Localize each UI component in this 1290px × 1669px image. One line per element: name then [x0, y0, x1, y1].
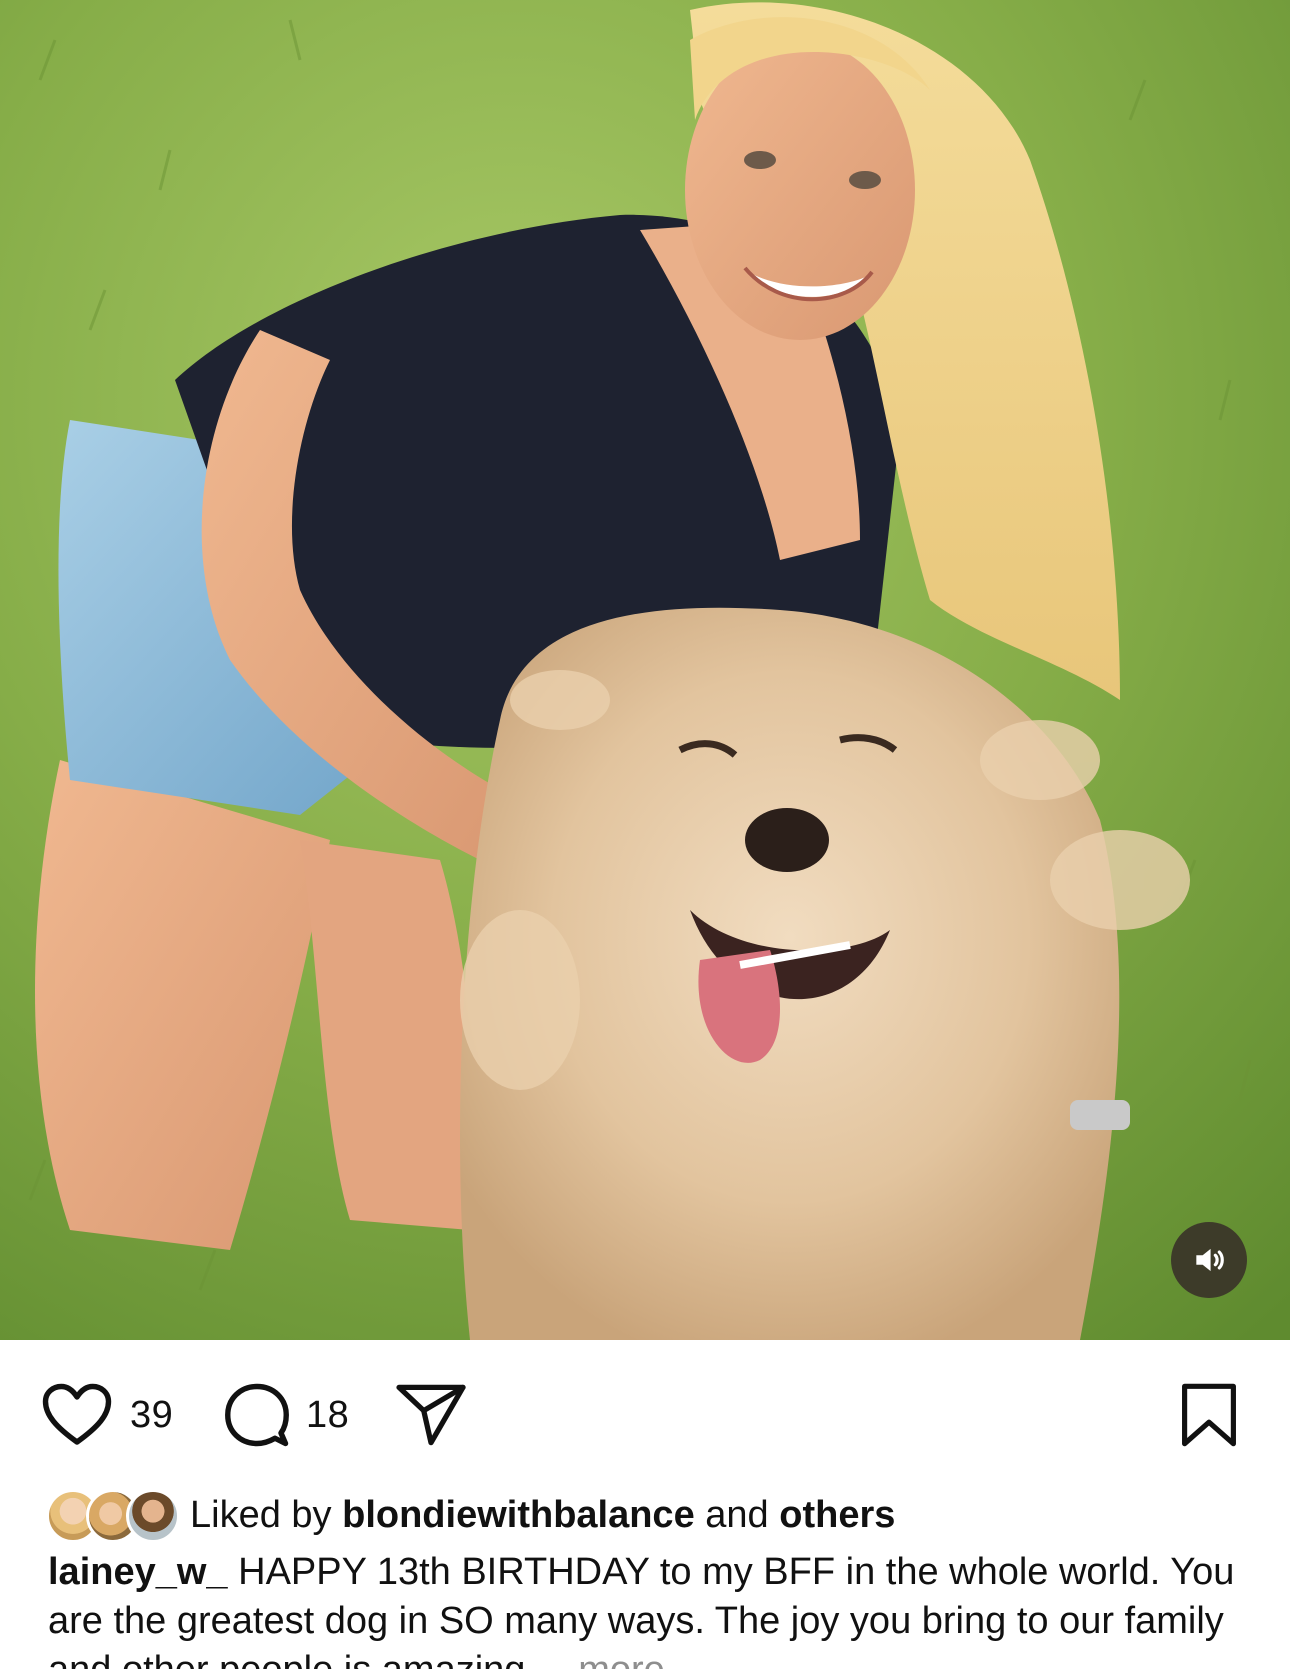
comment-count[interactable]: 18: [306, 1394, 349, 1437]
post-caption: lainey_w_ HAPPY 13th BIRTHDAY to my BFF …: [48, 1548, 1248, 1669]
post-media[interactable]: [0, 0, 1290, 1340]
audio-toggle-button[interactable]: [1171, 1222, 1247, 1298]
liked-by-others-link[interactable]: others: [779, 1494, 895, 1536]
like-count[interactable]: 39: [130, 1394, 173, 1437]
like-button[interactable]: 39: [40, 1370, 173, 1460]
liker-avatars[interactable]: [46, 1485, 180, 1545]
caption-more-link[interactable]: ... more: [536, 1649, 665, 1669]
post-photo: [0, 0, 1290, 1340]
save-button[interactable]: [1180, 1370, 1238, 1460]
heart-icon: [42, 1383, 112, 1445]
liked-by-text: Liked by blondiewithbalance and others: [190, 1494, 895, 1537]
liked-by-row[interactable]: Liked by blondiewithbalance and others: [46, 1483, 895, 1547]
bookmark-icon: [1182, 1383, 1236, 1447]
paper-plane-icon: [396, 1384, 466, 1446]
post-action-bar: 39 18: [0, 1370, 1290, 1460]
comment-button[interactable]: 18: [224, 1370, 349, 1460]
share-button[interactable]: [396, 1370, 466, 1460]
liked-by-prefix: Liked by: [190, 1493, 332, 1536]
liked-by-conjunction: and: [705, 1493, 769, 1536]
caption-username[interactable]: lainey_w_: [48, 1551, 228, 1593]
avatar: [126, 1489, 180, 1543]
comment-bubble-icon: [225, 1383, 289, 1447]
liked-by-username[interactable]: blondiewithbalance: [342, 1494, 695, 1536]
volume-icon: [1196, 1248, 1224, 1272]
